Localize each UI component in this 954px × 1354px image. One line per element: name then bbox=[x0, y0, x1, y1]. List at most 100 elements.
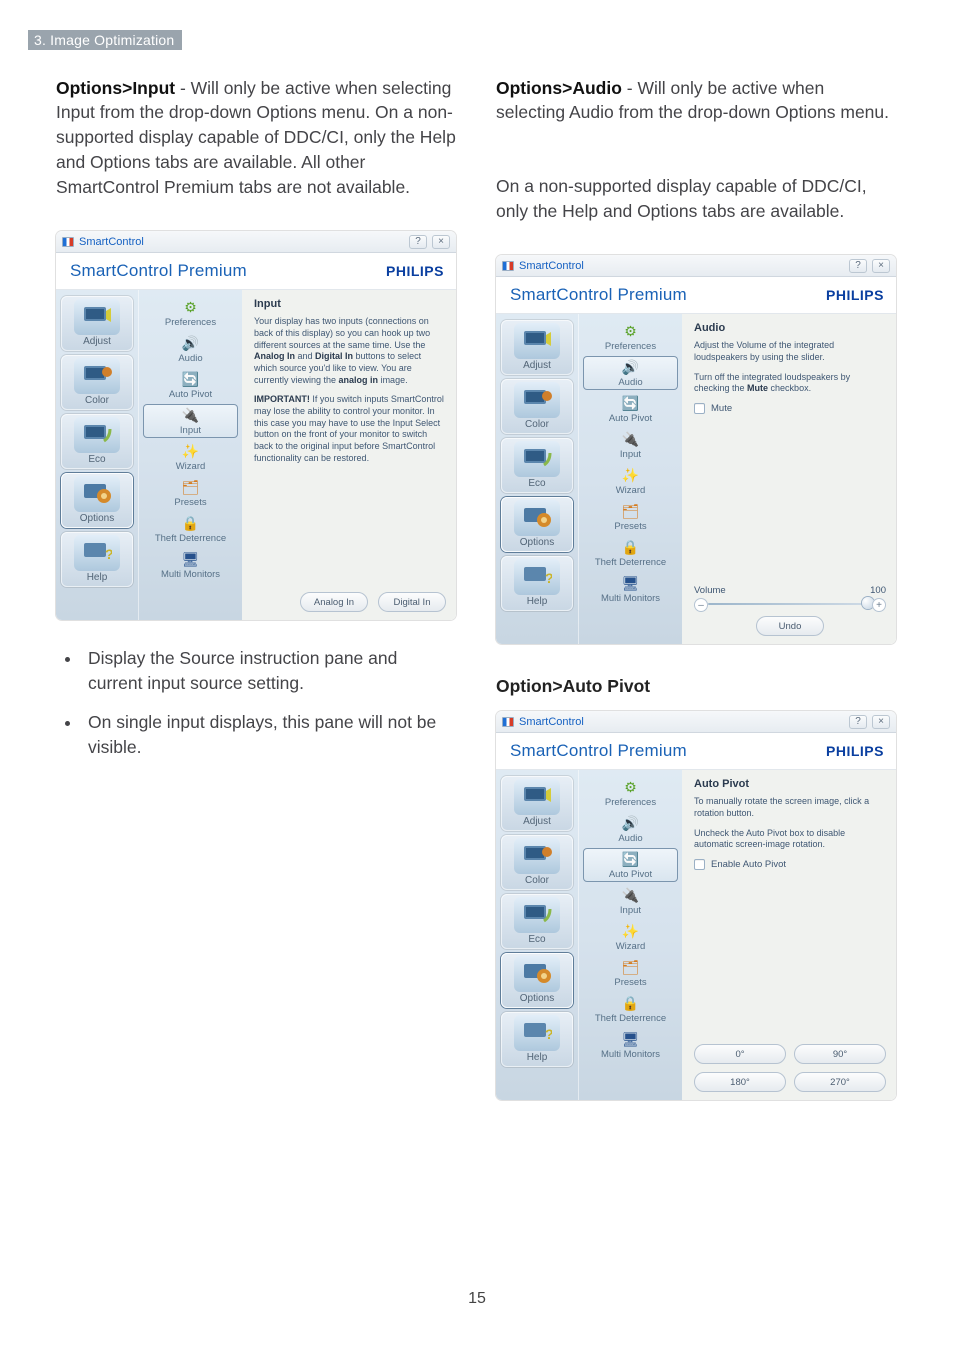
sub-presets-label: Presets bbox=[145, 497, 236, 508]
rotate-270-button[interactable]: 270° bbox=[794, 1072, 886, 1092]
sub-theft[interactable]: 🔒Theft Deterrence bbox=[583, 992, 678, 1026]
wand-icon: ✨ bbox=[622, 466, 640, 484]
volume-slider[interactable]: – + bbox=[694, 600, 886, 608]
titlebar-label: SmartControl bbox=[79, 236, 144, 248]
tab-adjust[interactable]: Adjust bbox=[501, 320, 573, 375]
sub-wizard[interactable]: ✨Wizard bbox=[583, 920, 678, 954]
question-icon: ? bbox=[74, 535, 120, 571]
tab-help[interactable]: ?Help bbox=[501, 1012, 573, 1067]
mute-checkbox[interactable] bbox=[694, 403, 705, 414]
sub-presets[interactable]: 🗂Presets bbox=[583, 956, 678, 990]
bullet-list: Display the Source instruction pane and … bbox=[56, 642, 456, 773]
tab-eco[interactable]: Eco bbox=[61, 414, 133, 469]
sub-input[interactable]: 🔌Input bbox=[143, 404, 238, 438]
monitors-icon: 🖥 bbox=[182, 550, 200, 568]
sub-multi[interactable]: 🖥Multi Monitors bbox=[583, 572, 678, 606]
sub-presets[interactable]: 🗂Presets bbox=[143, 476, 238, 510]
sub-multi[interactable]: 🖥Multi Monitors bbox=[143, 548, 238, 582]
sub-presets[interactable]: 🗂Presets bbox=[583, 500, 678, 534]
tab-color[interactable]: Color bbox=[61, 355, 133, 410]
monitor-icon bbox=[514, 382, 560, 418]
question-icon: ? bbox=[514, 1015, 560, 1051]
pane-pivot-para1: To manually rotate the screen image, cli… bbox=[694, 796, 886, 819]
help-icon[interactable]: ? bbox=[409, 235, 427, 249]
presets-icon: 🗂 bbox=[622, 958, 640, 976]
sub-audio[interactable]: 🔊Audio bbox=[583, 356, 678, 390]
monitors-icon: 🖥 bbox=[622, 1030, 640, 1048]
tab-eco[interactable]: Eco bbox=[501, 438, 573, 493]
close-icon[interactable]: × bbox=[872, 715, 890, 729]
monitor-icon bbox=[514, 897, 560, 933]
help-icon[interactable]: ? bbox=[849, 259, 867, 273]
pane-title: Audio bbox=[694, 322, 886, 334]
options-audio-lead: Options>Audio bbox=[496, 78, 622, 98]
monitor-icon bbox=[514, 441, 560, 477]
tab-color[interactable]: Color bbox=[501, 835, 573, 890]
monitor-icon bbox=[514, 323, 560, 359]
sub-input[interactable]: 🔌Input bbox=[583, 428, 678, 462]
sub-theft[interactable]: 🔒Theft Deterrence bbox=[583, 536, 678, 570]
close-icon[interactable]: × bbox=[872, 259, 890, 273]
tab-adjust[interactable]: Adjust bbox=[61, 296, 133, 351]
sub-preferences[interactable]: ⚙Preferences bbox=[583, 320, 678, 354]
monitor-icon bbox=[74, 417, 120, 453]
tab-color[interactable]: Color bbox=[501, 379, 573, 434]
digital-in-button[interactable]: Digital In bbox=[378, 592, 446, 612]
lock-icon: 🔒 bbox=[182, 514, 200, 532]
sub-presets-label: Presets bbox=[585, 977, 676, 988]
sub-preferences[interactable]: ⚙Preferences bbox=[583, 776, 678, 810]
help-icon[interactable]: ? bbox=[849, 715, 867, 729]
minus-icon[interactable]: – bbox=[694, 598, 708, 612]
tab-eco-label: Eco bbox=[503, 477, 571, 490]
tab-options[interactable]: Options bbox=[61, 473, 133, 528]
tab-help-label: Help bbox=[63, 571, 131, 584]
volume-value: 100 bbox=[870, 585, 886, 596]
sub-audio-label: Audio bbox=[585, 377, 676, 388]
rotate-icon: 🔄 bbox=[622, 850, 640, 868]
sub-theft[interactable]: 🔒Theft Deterrence bbox=[143, 512, 238, 546]
rotate-90-button[interactable]: 90° bbox=[794, 1044, 886, 1064]
sub-auto-pivot[interactable]: 🔄Auto Pivot bbox=[583, 392, 678, 426]
sub-input[interactable]: 🔌Input bbox=[583, 884, 678, 918]
gear-icon bbox=[514, 500, 560, 536]
brand-row: SmartControl Premium PHILIPS bbox=[496, 733, 896, 770]
sub-multi-label: Multi Monitors bbox=[145, 569, 236, 580]
sub-input-label: Input bbox=[145, 425, 236, 436]
analog-in-button[interactable]: Analog In bbox=[300, 592, 368, 612]
sub-auto-pivot[interactable]: 🔄Auto Pivot bbox=[143, 368, 238, 402]
volume-label: Volume bbox=[694, 585, 726, 596]
tab-options-label: Options bbox=[63, 512, 131, 525]
sub-preferences-label: Preferences bbox=[585, 797, 676, 808]
rotate-180-button[interactable]: 180° bbox=[694, 1072, 786, 1092]
sub-wizard-label: Wizard bbox=[585, 941, 676, 952]
enable-auto-pivot-checkbox[interactable] bbox=[694, 859, 705, 870]
tab-eco[interactable]: Eco bbox=[501, 894, 573, 949]
sub-auto-pivot[interactable]: 🔄Auto Pivot bbox=[583, 848, 678, 882]
tab-help[interactable]: ?Help bbox=[501, 556, 573, 611]
tab-help[interactable]: ? Help bbox=[61, 532, 133, 587]
sub-audio[interactable]: 🔊Audio bbox=[143, 332, 238, 366]
wand-icon: ✨ bbox=[622, 922, 640, 940]
rotate-0-button[interactable]: 0° bbox=[694, 1044, 786, 1064]
plus-icon[interactable]: + bbox=[872, 598, 886, 612]
undo-button[interactable]: Undo bbox=[756, 616, 824, 636]
lock-icon: 🔒 bbox=[622, 994, 640, 1012]
tab-options[interactable]: Options bbox=[501, 497, 573, 552]
sub-multi[interactable]: 🖥Multi Monitors bbox=[583, 1028, 678, 1062]
sub-tabs: ⚙Preferences 🔊Audio 🔄Auto Pivot 🔌Input ✨… bbox=[138, 290, 242, 620]
monitor-icon bbox=[514, 838, 560, 874]
pane-input: Input Your display has two inputs (conne… bbox=[242, 290, 456, 620]
titlebar: SmartControl ? × bbox=[56, 231, 456, 253]
sub-wizard[interactable]: ✨Wizard bbox=[143, 440, 238, 474]
sub-wizard[interactable]: ✨Wizard bbox=[583, 464, 678, 498]
presets-icon: 🗂 bbox=[182, 478, 200, 496]
tab-options[interactable]: Options bbox=[501, 953, 573, 1008]
close-icon[interactable]: × bbox=[432, 235, 450, 249]
titlebar: SmartControl ? × bbox=[496, 711, 896, 733]
sub-preferences[interactable]: ⚙Preferences bbox=[143, 296, 238, 330]
sub-audio[interactable]: 🔊Audio bbox=[583, 812, 678, 846]
app-flag-icon bbox=[502, 261, 514, 271]
monitor-icon bbox=[514, 779, 560, 815]
tab-adjust[interactable]: Adjust bbox=[501, 776, 573, 831]
gear-icon bbox=[74, 476, 120, 512]
